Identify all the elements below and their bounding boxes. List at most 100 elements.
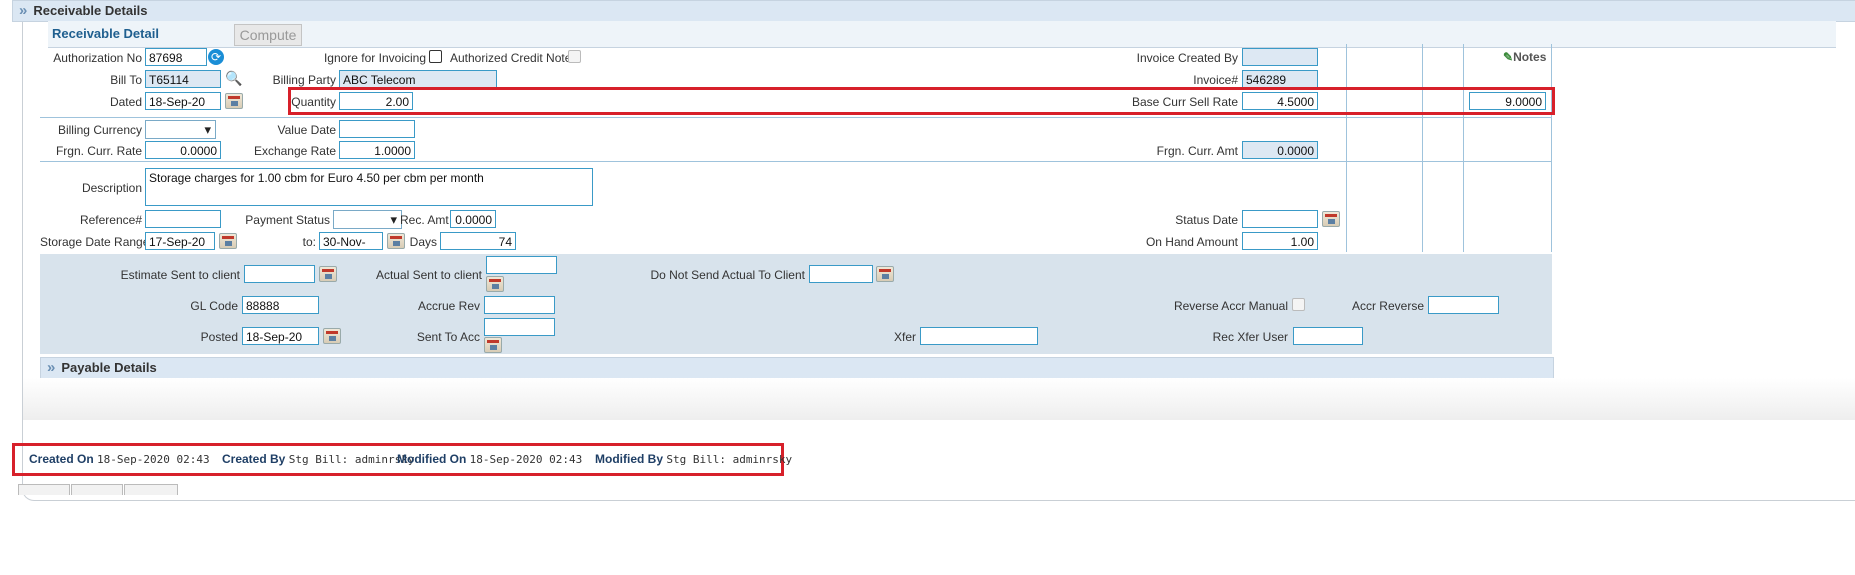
xfer-field[interactable] [920, 327, 1038, 345]
gl-code-label: GL Code [190, 299, 238, 313]
grid-divider [1551, 44, 1552, 252]
calendar-icon[interactable] [225, 93, 243, 109]
ignore-invoicing-checkbox[interactable] [429, 50, 442, 63]
notes-link[interactable]: ✎Notes [1503, 50, 1546, 64]
xfer-label: Xfer [893, 330, 916, 344]
reference-field[interactable] [145, 210, 221, 228]
rec-amt-label: Rec. Amt [400, 213, 449, 227]
calendar-icon[interactable] [323, 328, 341, 344]
exchange-rate-label: Exchange Rate [253, 144, 336, 158]
grid-divider [1346, 44, 1347, 252]
on-hand-amount-label: On Hand Amount [1145, 235, 1238, 249]
authorized-credit-checkbox[interactable] [568, 50, 581, 63]
exchange-rate-field[interactable]: 1.0000 [339, 141, 415, 159]
double-chevron-icon: » [47, 359, 56, 376]
auth-no-field[interactable]: 87698 [145, 48, 207, 66]
pencil-icon: ✎ [1503, 50, 1514, 64]
posted-label: Posted [200, 330, 238, 344]
reverse-accr-manual-label: Reverse Accr Manual [1173, 299, 1288, 313]
do-not-send-label: Do Not Send Actual To Client [650, 268, 805, 282]
to-label: to: [302, 235, 316, 249]
dated-field[interactable]: 18-Sep-20 [145, 92, 221, 110]
search-icon[interactable]: 🔍 [225, 70, 242, 87]
invoice-no-label: Invoice# [1193, 73, 1238, 87]
value-date-label: Value Date [277, 123, 336, 137]
compute-button[interactable]: Compute [234, 24, 302, 46]
panel-footer [23, 378, 1855, 420]
payment-status-label: Payment Status [245, 213, 330, 227]
sent-to-acc-label: Sent To Acc [416, 330, 480, 344]
auth-no-label: Authorization No [53, 51, 142, 65]
calendar-icon[interactable] [876, 266, 894, 282]
accr-reverse-label: Accr Reverse [1351, 299, 1424, 313]
action-button[interactable] [71, 484, 123, 495]
calendar-icon[interactable] [319, 266, 337, 282]
billing-party-field[interactable]: ABC Telecom [339, 70, 497, 88]
grid-divider [1463, 44, 1464, 252]
invoice-no-field[interactable]: 546289 [1242, 70, 1318, 88]
action-button[interactable] [18, 484, 70, 495]
actual-sent-field[interactable] [486, 256, 557, 274]
action-button[interactable] [124, 484, 178, 495]
do-not-send-field[interactable] [809, 265, 873, 283]
days-label: Days [409, 235, 437, 249]
status-date-field[interactable] [1242, 210, 1318, 228]
receivable-detail-bar: Receivable Detail Compute [48, 21, 1836, 48]
accrue-rev-field[interactable] [484, 296, 555, 314]
reverse-accr-manual-checkbox[interactable] [1292, 298, 1305, 311]
calendar-icon[interactable] [1322, 211, 1340, 227]
gl-code-field[interactable]: 88888 [242, 296, 319, 314]
created-on: Created On 18-Sep-2020 02:43 [29, 452, 210, 466]
dated-label: Dated [109, 95, 142, 109]
storage-range-label: Storage Date Range [40, 235, 150, 249]
posted-field[interactable]: 18-Sep-20 [242, 327, 319, 345]
billing-currency-label: Billing Currency [57, 123, 142, 137]
invoice-created-by-field[interactable] [1242, 48, 1318, 66]
frgn-curr-rate-field[interactable]: 0.0000 [145, 141, 221, 159]
estimate-sent-field[interactable] [244, 265, 315, 283]
row-divider [40, 117, 1552, 118]
sent-to-acc-field[interactable] [484, 318, 555, 336]
bill-to-field[interactable]: T65114 [145, 70, 221, 88]
invoice-created-by-label: Invoice Created By [1136, 51, 1238, 65]
grid-divider [1422, 44, 1423, 252]
storage-from-field[interactable]: 17-Sep-20 [145, 232, 215, 250]
ignore-invoicing-label: Ignore for Invoicing [323, 51, 426, 65]
frgn-curr-amt-field[interactable]: 0.0000 [1242, 141, 1318, 159]
authorized-credit-label: Authorized Credit Note [450, 51, 572, 65]
value-date-field[interactable] [339, 120, 415, 138]
refresh-icon[interactable]: ⟳ [208, 49, 224, 65]
frgn-curr-rate-label: Frgn. Curr. Rate [55, 144, 142, 158]
storage-to-field[interactable]: 30-Nov-20 [319, 232, 383, 267]
bill-to-label: Bill To [110, 73, 142, 87]
on-hand-amount-field[interactable]: 1.00 [1242, 232, 1318, 250]
calendar-icon[interactable] [484, 337, 502, 353]
accrue-rev-label: Accrue Rev [417, 299, 480, 313]
frgn-curr-amt-label: Frgn. Curr. Amt [1156, 144, 1238, 158]
accr-reverse-field[interactable] [1428, 296, 1499, 314]
modified-on: Modified On 18-Sep-2020 02:43 [397, 452, 583, 466]
double-chevron-icon: » [19, 2, 28, 19]
days-field[interactable]: 74 [440, 232, 516, 250]
calendar-icon[interactable] [387, 233, 405, 249]
estimate-sent-label: Estimate Sent to client [120, 268, 240, 282]
subbar-title: Receivable Detail [52, 26, 159, 41]
actual-sent-label: Actual Sent to client [375, 268, 482, 282]
created-by: Created By Stg Bill: adminrsky [222, 452, 415, 466]
payable-details-header[interactable]: » Payable Details [40, 357, 1554, 379]
receivable-details-header[interactable]: » Receivable Details [12, 0, 1855, 22]
rec-amt-field[interactable]: 0.0000 [450, 210, 496, 228]
billing-currency-select[interactable] [145, 120, 216, 139]
quantity-rate-highlight [288, 87, 1555, 115]
rec-xfer-user-label: Rec Xfer User [1212, 330, 1288, 344]
calendar-icon[interactable] [486, 276, 504, 292]
row-divider [40, 161, 1552, 162]
calendar-icon[interactable] [219, 233, 237, 249]
reference-label: Reference# [79, 213, 142, 227]
rec-xfer-user-field[interactable] [1293, 327, 1363, 345]
status-date-label: Status Date [1175, 213, 1238, 227]
modified-by: Modified By Stg Bill: adminrsky [595, 452, 793, 466]
payment-status-select[interactable] [333, 210, 402, 229]
billing-party-label: Billing Party [272, 73, 336, 87]
description-textarea[interactable]: Storage charges for 1.00 cbm for Euro 4.… [145, 168, 593, 206]
